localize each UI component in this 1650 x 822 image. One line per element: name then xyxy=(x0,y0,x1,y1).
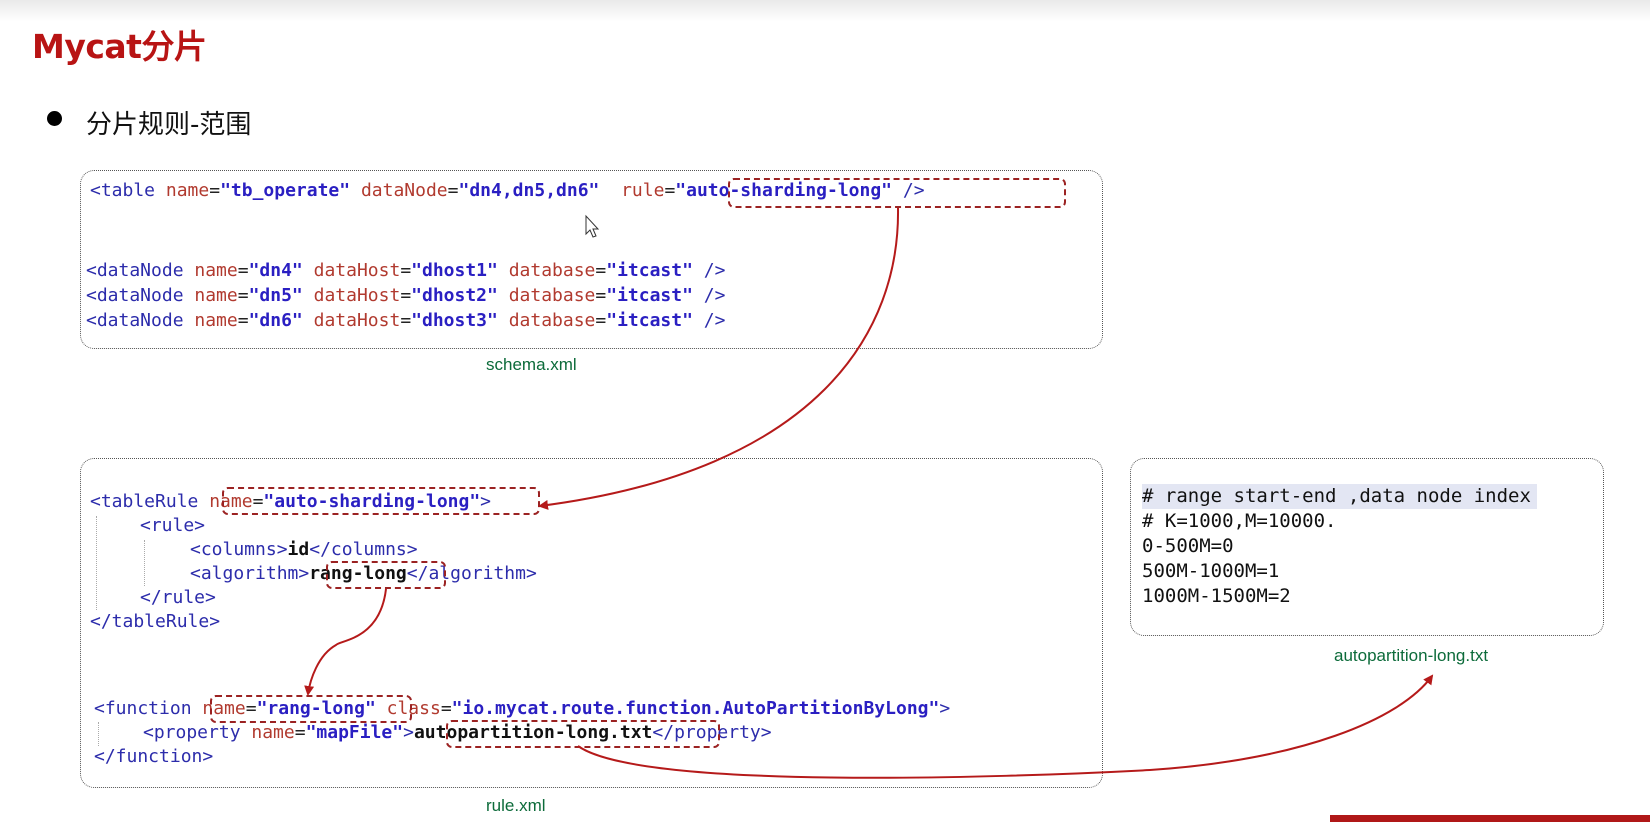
bottom-accent-bar xyxy=(1330,815,1650,822)
arrow-layer xyxy=(304,207,1434,779)
arrow-algorithm-to-function xyxy=(304,588,387,696)
arrow-rule-to-tablerule xyxy=(538,207,900,510)
cursor-icon xyxy=(585,214,600,238)
arrow-mapfile-to-txt xyxy=(577,674,1434,779)
